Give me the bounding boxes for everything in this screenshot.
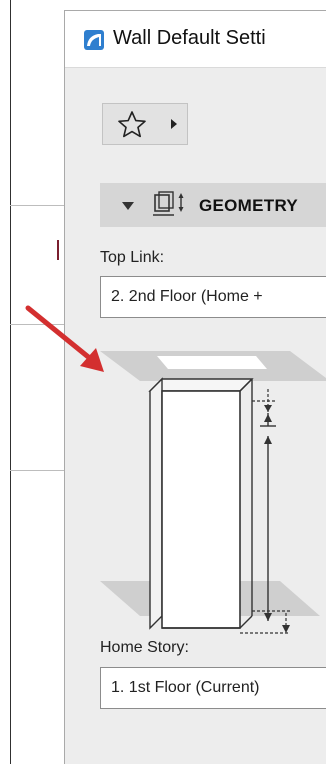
dialog-title: Wall Default Setti: [113, 27, 266, 49]
caret-right-icon: [171, 119, 177, 129]
background-marker: [57, 240, 59, 260]
triangle-down-icon: [122, 202, 134, 210]
wall-height-icon: [153, 191, 184, 216]
wall-geometry-diagram: [100, 351, 326, 634]
top-link-label: Top Link:: [100, 249, 165, 266]
background-line: [10, 324, 64, 325]
top-link-dropdown[interactable]: 2. 2nd Floor (Home +: [100, 276, 326, 318]
star-icon: [118, 111, 146, 138]
home-story-dropdown[interactable]: 1. 1st Floor (Current): [100, 667, 326, 709]
screenshot-canvas: Wall Default Setti GEOMETRY Top Link: 2.…: [0, 0, 326, 764]
wall-default-settings-dialog: Wall Default Setti GEOMETRY Top Link: 2.…: [64, 10, 326, 764]
archicad-icon: [84, 30, 104, 50]
home-story-label: Home Story:: [100, 639, 189, 656]
section-title: GEOMETRY: [199, 196, 299, 215]
title-bar[interactable]: Wall Default Setti: [65, 11, 326, 68]
background-line: [10, 470, 64, 471]
geometry-section-header[interactable]: GEOMETRY: [100, 183, 326, 227]
favorites-button[interactable]: [102, 103, 188, 145]
background-line: [10, 205, 64, 206]
home-story-value: 1. 1st Floor (Current): [111, 679, 260, 696]
top-link-value: 2. 2nd Floor (Home +: [111, 288, 263, 305]
